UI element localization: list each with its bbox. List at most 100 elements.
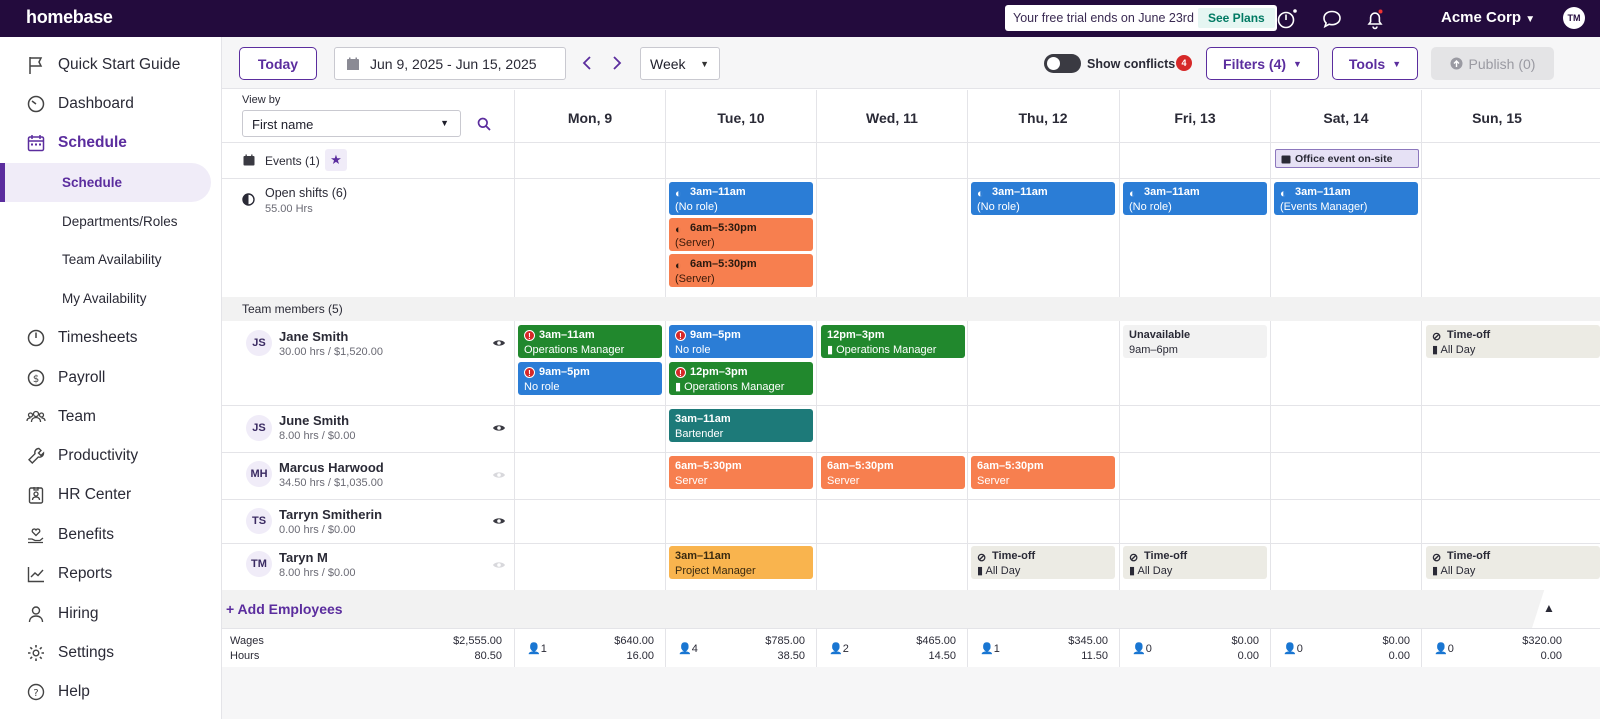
time-off-card[interactable]: ⊘ Time-off ▮ All Day: [1426, 325, 1600, 358]
no-entry-icon: ⊘: [1432, 331, 1442, 343]
member-name[interactable]: June Smith: [279, 413, 349, 428]
sidebar-subitem-my-availability[interactable]: My Availability: [62, 291, 147, 306]
search-icon[interactable]: [477, 117, 491, 131]
shift-card[interactable]: 3am–11am Bartender: [669, 409, 813, 442]
open-shift-card[interactable]: ◐ 3am–11am (Events Manager): [1274, 182, 1418, 215]
eye-icon[interactable]: [492, 560, 506, 570]
user-avatar[interactable]: TM: [1563, 7, 1585, 29]
shift-card[interactable]: ! 3am–11am Operations Manager: [518, 325, 662, 358]
open-shift-card[interactable]: ◐ 6am–5:30pm (Server): [669, 254, 813, 287]
sidebar-subitem-team-availability[interactable]: Team Availability: [62, 252, 162, 267]
day-header-wed: Wed, 11: [866, 110, 918, 126]
tools-label: Tools: [1348, 55, 1386, 72]
today-button[interactable]: Today: [239, 47, 317, 80]
unavailable-card[interactable]: Unavailable 9am–6pm: [1123, 325, 1267, 358]
day-header-thu: Thu, 12: [1018, 110, 1068, 126]
company-switcher[interactable]: Acme Corp ▼: [1441, 9, 1535, 26]
half-circle-icon: ◐: [977, 188, 984, 200]
shift-card[interactable]: 6am–5:30pm Server: [669, 456, 813, 489]
avatar: TM: [246, 551, 272, 577]
sidebar-item-hr-center[interactable]: HR Center: [26, 482, 131, 508]
see-plans-button[interactable]: See Plans: [1198, 8, 1275, 28]
shift-role: (No role): [977, 201, 1020, 213]
view-select-value: Week: [650, 55, 686, 72]
upload-icon: [1450, 57, 1463, 70]
total-wages: $2,555.00: [453, 635, 502, 647]
sidebar-item-timesheets[interactable]: Timesheets: [26, 325, 138, 351]
shift-card[interactable]: 3am–11am Project Manager: [669, 546, 813, 579]
alert-icon: !: [524, 367, 535, 378]
date-range-picker[interactable]: Jun 9, 2025 - Jun 15, 2025: [334, 47, 566, 80]
events-label: Events (1): [265, 154, 320, 168]
star-icon[interactable]: ★: [325, 149, 347, 171]
day-hours: 16.00: [626, 650, 654, 662]
event-chip[interactable]: Office event on-site: [1275, 149, 1419, 168]
timer-icon[interactable]: [1276, 8, 1298, 30]
time-off-card[interactable]: ⊘ Time-off ▮ All Day: [1426, 546, 1600, 579]
sidebar-subitem-schedule[interactable]: Schedule: [62, 175, 122, 190]
publish-button[interactable]: Publish (0): [1431, 47, 1554, 80]
gear-icon: [28, 645, 44, 661]
shift-role: (No role): [675, 201, 718, 213]
day-hours: 0.00: [1237, 650, 1259, 662]
note-icon: ▮: [675, 381, 685, 393]
sidebar-item-help[interactable]: ? Help: [26, 679, 90, 705]
view-select[interactable]: Week ▼: [640, 47, 720, 80]
half-circle-icon: [242, 193, 255, 206]
show-conflicts-toggle[interactable]: [1044, 54, 1081, 73]
chat-icon[interactable]: [1321, 8, 1343, 30]
add-employees-link[interactable]: + Add Employees: [226, 601, 343, 617]
shift-card[interactable]: ! 12pm–3pm ▮ Operations Manager: [669, 362, 813, 395]
sidebar-subitem-departments-roles[interactable]: Departments/Roles: [62, 214, 178, 229]
shift-card[interactable]: ! 9am–5pm No role: [518, 362, 662, 395]
sidebar-item-hiring[interactable]: Hiring: [26, 601, 98, 627]
day-wages: $640.00: [614, 635, 654, 647]
shift-card[interactable]: 12pm–3pm ▮ Operations Manager: [821, 325, 965, 358]
member-stats: 8.00 hrs / $0.00: [279, 567, 356, 579]
sidebar-item-payroll[interactable]: $ Payroll: [26, 365, 105, 391]
tools-button[interactable]: Tools ▼: [1332, 47, 1418, 80]
filters-button[interactable]: Filters (4) ▼: [1206, 47, 1319, 80]
sidebar-item-reports[interactable]: Reports: [26, 561, 112, 587]
sidebar-item-team[interactable]: Team: [26, 404, 96, 430]
view-by-select[interactable]: First name ▼: [242, 110, 461, 137]
chevron-right-icon[interactable]: [611, 55, 623, 71]
open-shift-card[interactable]: ◐ 3am–11am (No role): [971, 182, 1115, 215]
eye-icon[interactable]: [492, 516, 506, 526]
open-shift-card[interactable]: ◐ 6am–5:30pm (Server): [669, 218, 813, 251]
sidebar-item-productivity[interactable]: Productivity: [26, 443, 138, 469]
shift-card[interactable]: 6am–5:30pm Server: [821, 456, 965, 489]
eye-icon[interactable]: [492, 338, 506, 348]
day-wages: $465.00: [916, 635, 956, 647]
clock-icon: [27, 329, 45, 347]
member-name[interactable]: Marcus Harwood: [279, 460, 384, 475]
open-shift-card[interactable]: ◐ 3am–11am (No role): [1123, 182, 1267, 215]
sidebar-item-benefits[interactable]: Benefits: [26, 522, 114, 548]
member-name[interactable]: Jane Smith: [279, 329, 348, 344]
member-name[interactable]: Tarryn Smitherin: [279, 507, 382, 522]
shift-role: (Events Manager): [1280, 201, 1368, 213]
half-circle-icon: ◐: [675, 224, 682, 236]
homebase-logo[interactable]: homebase: [26, 7, 113, 28]
bell-icon[interactable]: [1364, 8, 1386, 30]
sidebar-item-dashboard[interactable]: Dashboard: [26, 91, 134, 117]
chevron-left-icon[interactable]: [581, 55, 593, 71]
sidebar-item-label: Timesheets: [58, 329, 138, 346]
sidebar-item-quick-start[interactable]: Quick Start Guide: [26, 52, 180, 78]
shift-time: 3am–11am: [675, 413, 731, 425]
date-range-text: Jun 9, 2025 - Jun 15, 2025: [370, 55, 537, 72]
eye-icon[interactable]: [492, 423, 506, 433]
shift-card[interactable]: ! 9am–5pm No role: [669, 325, 813, 358]
member-name[interactable]: Taryn M: [279, 550, 328, 565]
time-off-card[interactable]: ⊘ Time-off ▮ All Day: [971, 546, 1115, 579]
sidebar-item-schedule[interactable]: Schedule: [26, 130, 127, 156]
time-off-card[interactable]: ⊘ Time-off ▮ All Day: [1123, 546, 1267, 579]
sidebar-item-settings[interactable]: Settings: [26, 640, 114, 666]
flag-icon: [29, 57, 43, 74]
caret-up-icon[interactable]: ▲: [1543, 601, 1555, 615]
open-shift-card[interactable]: ◐ 3am–11am (No role): [669, 182, 813, 215]
shift-card[interactable]: 6am–5:30pm Server: [971, 456, 1115, 489]
day-header-sat: Sat, 14: [1323, 110, 1369, 126]
half-circle-icon: ◐: [675, 260, 682, 272]
eye-icon[interactable]: [492, 470, 506, 480]
